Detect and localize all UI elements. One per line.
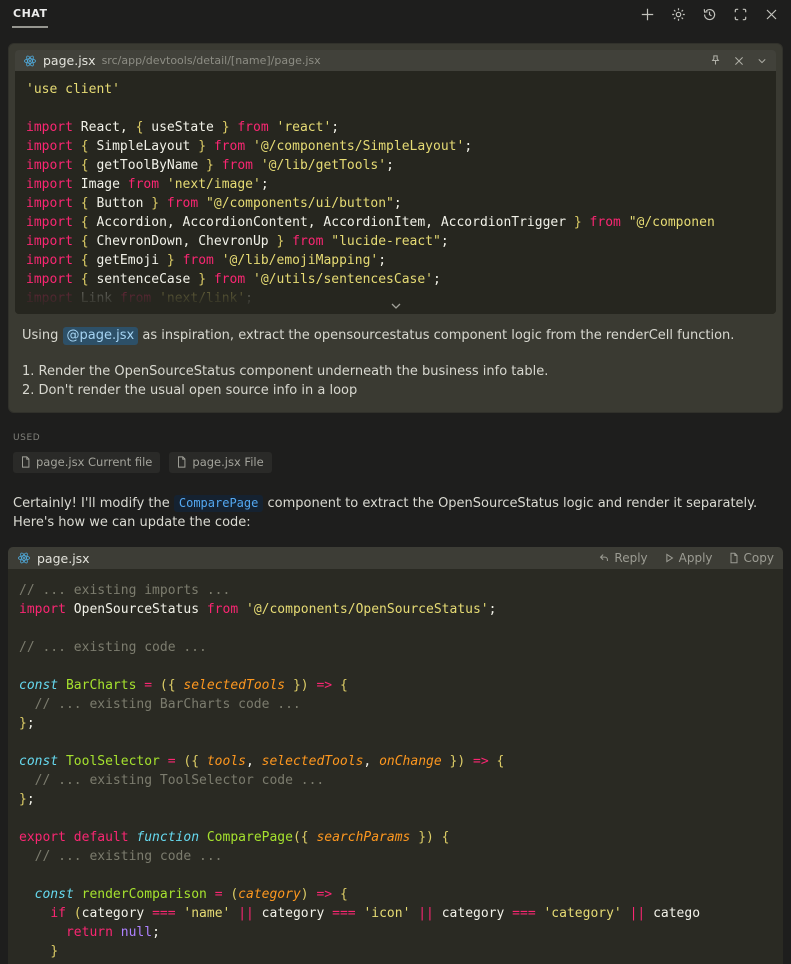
code-fade-overlay: [15, 284, 776, 314]
assistant-code-block: page.jsx Reply Apply Copy // ... existin…: [8, 547, 783, 964]
copy-button[interactable]: Copy: [728, 551, 774, 565]
inline-code-span: ComparePage: [174, 495, 263, 512]
code-line: import { SimpleLayout } from '@/componen…: [26, 137, 776, 156]
code-line: [19, 809, 783, 828]
code-line: [19, 657, 783, 676]
code-line: import { Accordion, AccordionContent, Ac…: [26, 213, 776, 232]
code-line: };: [19, 790, 783, 809]
chevron-down-icon[interactable]: [756, 55, 768, 67]
user-message-text: Using @page.jsx as inspiration, extract …: [15, 314, 776, 402]
used-label: USED: [13, 433, 778, 443]
list-item: 2. Don't render the usual open source in…: [22, 381, 769, 400]
code-line: const renderComparison = (category) => {: [19, 885, 783, 904]
code-line: }: [19, 942, 783, 961]
copy-label: Copy: [744, 551, 774, 565]
code-line: [19, 866, 783, 885]
code-line: [26, 99, 776, 118]
assistant-intro-text: Certainly! I'll modify the ComparePage c…: [13, 494, 778, 532]
assistant-code-lines: // ... existing imports ...import OpenSo…: [8, 569, 783, 964]
code-line: // ... existing code ...: [19, 847, 783, 866]
reply-label: Reply: [614, 551, 647, 565]
code-line: // ... existing code ...: [19, 638, 783, 657]
user-code-lines: 'use client' import React, { useState } …: [15, 71, 776, 314]
react-file-icon: [17, 551, 31, 565]
used-context-section: USED page.jsx Current file page.jsx File: [13, 433, 778, 473]
chip-label: page.jsx Current file: [36, 455, 152, 469]
close-icon[interactable]: [764, 7, 779, 22]
code-line: import Image from 'next/image';: [26, 175, 776, 194]
code-line: 'use client': [26, 80, 776, 99]
code-block-header: page.jsx src/app/devtools/detail/[name]/…: [15, 50, 776, 71]
code-line: [19, 733, 783, 752]
open-in-editor-icon[interactable]: [733, 7, 748, 22]
code-line: import { getEmoji } from '@/lib/emojiMap…: [26, 251, 776, 270]
gear-icon[interactable]: [671, 7, 686, 22]
code-line: if (category === 'name' || category === …: [19, 904, 783, 923]
code-line: // ... existing ToolSelector code ...: [19, 771, 783, 790]
file-name: page.jsx: [37, 551, 592, 566]
code-line: export default function ComparePage({ se…: [19, 828, 783, 847]
context-chip-file[interactable]: page.jsx File: [169, 452, 271, 473]
user-intro-line: Using @page.jsx as inspiration, extract …: [22, 327, 769, 345]
user-instruction-list: 1. Render the OpenSourceStatus component…: [22, 362, 769, 400]
tab-chat[interactable]: CHAT: [12, 6, 48, 28]
file-mention-chip[interactable]: @page.jsx: [63, 327, 139, 345]
pin-icon[interactable]: [709, 54, 722, 67]
code-line: return null;: [19, 923, 783, 942]
code-line: import OpenSourceStatus from '@/componen…: [19, 600, 783, 619]
file-path: src/app/devtools/detail/[name]/page.jsx: [102, 54, 703, 67]
code-line: const BarCharts = ({ selectedTools }) =>…: [19, 676, 783, 695]
history-icon[interactable]: [702, 7, 717, 22]
remove-file-icon[interactable]: [733, 55, 745, 67]
code-line: import React, { useState } from 'react';: [26, 118, 776, 137]
code-line: [19, 619, 783, 638]
reply-button[interactable]: Reply: [598, 551, 647, 565]
react-file-icon: [23, 54, 37, 68]
chat-panel-topbar: CHAT: [0, 0, 791, 35]
code-block-header: page.jsx Reply Apply Copy: [8, 547, 783, 569]
code-line: };: [19, 714, 783, 733]
list-item: 1. Render the OpenSourceStatus component…: [22, 362, 769, 381]
user-code-block: page.jsx src/app/devtools/detail/[name]/…: [15, 50, 776, 314]
chip-label: page.jsx File: [192, 455, 263, 469]
topbar-actions: [640, 6, 779, 22]
user-message: page.jsx src/app/devtools/detail/[name]/…: [8, 43, 783, 413]
apply-button[interactable]: Apply: [663, 551, 713, 565]
expand-code-chevron-icon[interactable]: [388, 300, 404, 313]
file-name: page.jsx: [43, 53, 96, 68]
code-line: import { Button } from "@/components/ui/…: [26, 194, 776, 213]
code-line: import { ChevronDown, ChevronUp } from "…: [26, 232, 776, 251]
code-line: // ... existing BarCharts code ...: [19, 695, 783, 714]
context-chip-current-file[interactable]: page.jsx Current file: [13, 452, 160, 473]
code-line: import { getToolByName } from '@/lib/get…: [26, 156, 776, 175]
code-line: // ... existing imports ...: [19, 581, 783, 600]
code-line: const ToolSelector = ({ tools, selectedT…: [19, 752, 783, 771]
apply-label: Apply: [679, 551, 713, 565]
new-chat-icon[interactable]: [640, 7, 655, 22]
